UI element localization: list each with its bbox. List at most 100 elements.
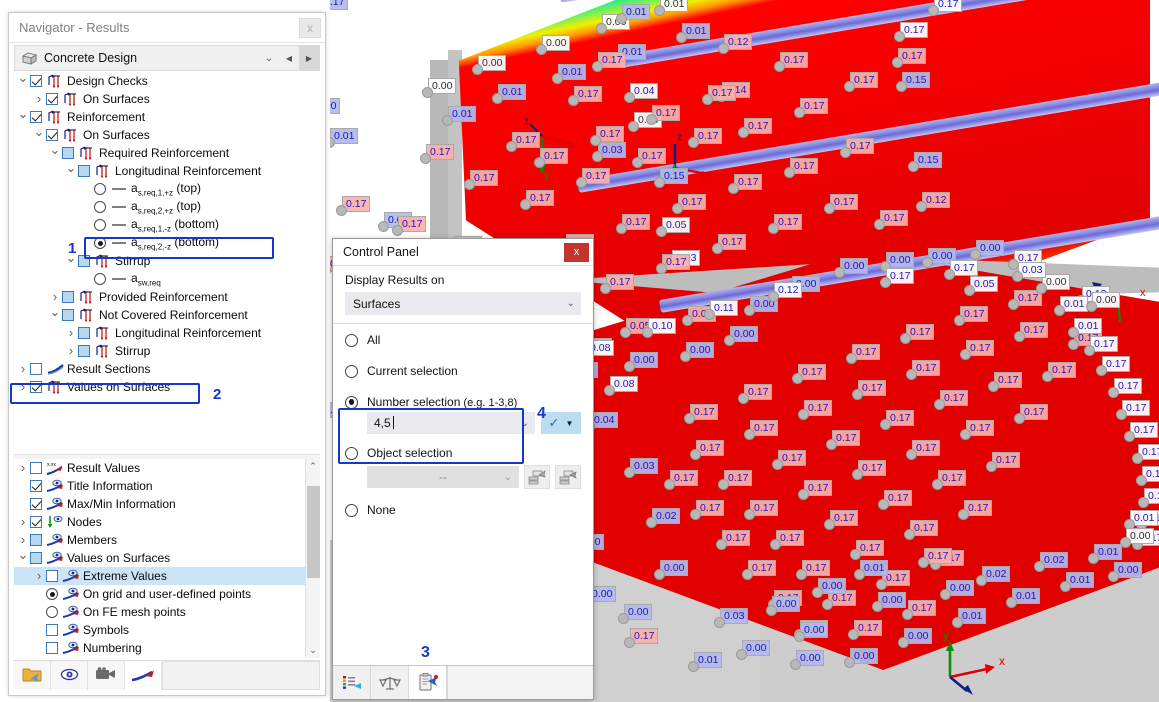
tree-row[interactable]: as,req,1,-z (bottom) — [14, 216, 320, 234]
checkbox-checked[interactable] — [30, 498, 42, 510]
tree-row[interactable]: Extreme Values — [14, 567, 305, 585]
radio-unselected[interactable] — [46, 606, 58, 618]
checkbox-partial[interactable] — [78, 165, 90, 177]
option-number-selection[interactable]: Number selection (e.g. 1-3,8) — [333, 386, 593, 412]
navigator-tabs[interactable] — [14, 660, 320, 690]
tree-row[interactable]: asw,req — [14, 270, 320, 288]
number-selection-input[interactable]: 4,5 ⌄ — [367, 412, 535, 434]
chevron-down-icon[interactable]: ⌄ — [504, 472, 512, 483]
object-selection-row[interactable]: -- ⌄ — [333, 462, 593, 489]
chevron-down-icon[interactable]: ⌄ — [567, 298, 575, 309]
tree-row[interactable]: Design Checks — [14, 72, 320, 90]
checkbox-unchecked[interactable] — [30, 363, 42, 375]
tree-row[interactable]: Values on Surfaces — [14, 549, 305, 567]
tree-row[interactable]: Symbols — [14, 621, 305, 639]
control-panel-tabs[interactable]: 3 — [333, 665, 593, 699]
project-navigator-tab[interactable] — [14, 661, 51, 690]
radio-selected[interactable] — [94, 237, 106, 249]
option-all[interactable]: All — [333, 324, 593, 355]
tree-row[interactable]: Max/Min Information — [14, 495, 305, 513]
radio-unselected[interactable] — [94, 273, 106, 285]
checkbox-partial[interactable] — [30, 534, 42, 546]
chevron-right-icon[interactable] — [16, 360, 30, 379]
color-scale-tab[interactable] — [333, 666, 371, 699]
chevron-down-icon[interactable] — [48, 306, 62, 325]
next-arrow-icon[interactable]: ▶ — [299, 46, 319, 70]
object-selection-select[interactable]: -- ⌄ — [367, 466, 519, 488]
tree-row[interactable]: Result Sections — [14, 360, 320, 378]
radio-unselected[interactable] — [94, 201, 106, 213]
close-icon[interactable]: x — [299, 18, 321, 38]
tree-row[interactable]: On FE mesh points — [14, 603, 305, 621]
radio-current-selection[interactable] — [345, 365, 358, 378]
tree-row[interactable]: Longitudinal Reinforcement — [14, 162, 320, 180]
tree-row[interactable]: as,req,2,-z (bottom) — [14, 234, 320, 252]
checkbox-checked[interactable] — [30, 480, 42, 492]
checkbox-partial[interactable] — [62, 147, 74, 159]
tree-row[interactable]: Title Information — [14, 477, 305, 495]
tree-row[interactable]: Required Reinforcement — [14, 144, 320, 162]
tree-row[interactable]: Members — [14, 531, 305, 549]
checkbox-partial[interactable] — [30, 552, 42, 564]
scroll-down-icon[interactable]: ⌄ — [306, 643, 321, 658]
checkbox-checked[interactable] — [30, 516, 42, 528]
chevron-down-icon[interactable] — [32, 126, 46, 145]
tree-row[interactable]: On grid and user-defined points — [14, 585, 305, 603]
display-tab[interactable] — [51, 661, 88, 690]
checkbox-unchecked[interactable] — [30, 462, 42, 474]
results-tab[interactable] — [125, 661, 162, 690]
checkbox-partial[interactable] — [62, 291, 74, 303]
dropdown-arrow-icon[interactable]: ▼ — [566, 419, 574, 428]
tree-row[interactable]: Longitudinal Reinforcement — [14, 324, 320, 342]
checkbox-unchecked[interactable] — [46, 570, 58, 582]
option-none[interactable]: None — [333, 489, 593, 525]
radio-selected[interactable] — [46, 588, 58, 600]
checkbox-partial[interactable] — [78, 327, 90, 339]
number-selection-input-row[interactable]: 4,5 ⌄ ✓ ▼ — [333, 412, 593, 434]
chevron-down-icon[interactable] — [16, 108, 30, 127]
checkbox-checked[interactable] — [30, 75, 42, 87]
views-tab[interactable] — [88, 661, 125, 690]
checkbox-unchecked[interactable] — [46, 624, 58, 636]
checkbox-checked[interactable] — [46, 93, 58, 105]
navigator-results-panel[interactable]: Navigator - Results x Concrete Design ⌄ … — [8, 12, 326, 696]
chevron-right-icon[interactable] — [16, 459, 30, 478]
display-tree-bottom[interactable]: x.xxResult ValuesTitle InformationMax/Mi… — [14, 459, 320, 658]
checkbox-checked[interactable] — [46, 129, 58, 141]
radio-object-selection[interactable] — [345, 447, 358, 460]
checkbox-checked[interactable] — [30, 111, 42, 123]
design-module-combo[interactable]: Concrete Design ⌄ ◀ ▶ — [14, 45, 320, 71]
checkbox-partial[interactable] — [78, 345, 90, 357]
chevron-down-icon[interactable] — [48, 144, 62, 163]
chevron-down-icon[interactable]: ⌄ — [259, 46, 279, 70]
previous-arrow-icon[interactable]: ◀ — [279, 46, 299, 70]
tree-row[interactable]: Nodes — [14, 513, 305, 531]
results-tree-top[interactable]: Design ChecksOn SurfacesReinforcementOn … — [14, 72, 320, 455]
radio-number-selection[interactable] — [345, 396, 358, 409]
checkbox-unchecked[interactable] — [46, 642, 58, 654]
tree-row[interactable]: Stirrup — [14, 252, 320, 270]
pick-objects-alt-icon[interactable] — [555, 465, 581, 489]
checkbox-partial[interactable] — [62, 309, 74, 321]
scroll-thumb[interactable] — [307, 486, 320, 578]
chevron-right-icon[interactable] — [16, 513, 30, 532]
factors-tab[interactable] — [371, 666, 409, 699]
tree-scrollbar[interactable]: ⌃ ⌄ — [305, 459, 320, 658]
filter-tab[interactable] — [409, 666, 447, 699]
control-panel-dialog[interactable]: Control Panel x Display Results on Surfa… — [332, 238, 594, 700]
pick-objects-icon[interactable] — [524, 465, 550, 489]
chevron-down-icon[interactable] — [16, 72, 30, 91]
tree-row[interactable]: Not Covered Reinforcement — [14, 306, 320, 324]
chevron-right-icon[interactable] — [16, 378, 30, 397]
scroll-up-icon[interactable]: ⌃ — [306, 459, 321, 474]
chevron-right-icon[interactable] — [32, 567, 46, 586]
chevron-right-icon[interactable] — [64, 342, 78, 361]
option-object-selection[interactable]: Object selection — [333, 434, 593, 462]
chevron-down-icon[interactable]: ⌄ — [521, 418, 529, 429]
radio-none[interactable] — [345, 504, 358, 517]
tree-row[interactable]: Reinforcement — [14, 108, 320, 126]
tree-row[interactable]: Values on Surfaces — [14, 378, 320, 396]
chevron-right-icon[interactable] — [32, 90, 46, 109]
tree-row[interactable]: Stirrup — [14, 342, 320, 360]
close-icon[interactable]: x — [564, 243, 589, 262]
